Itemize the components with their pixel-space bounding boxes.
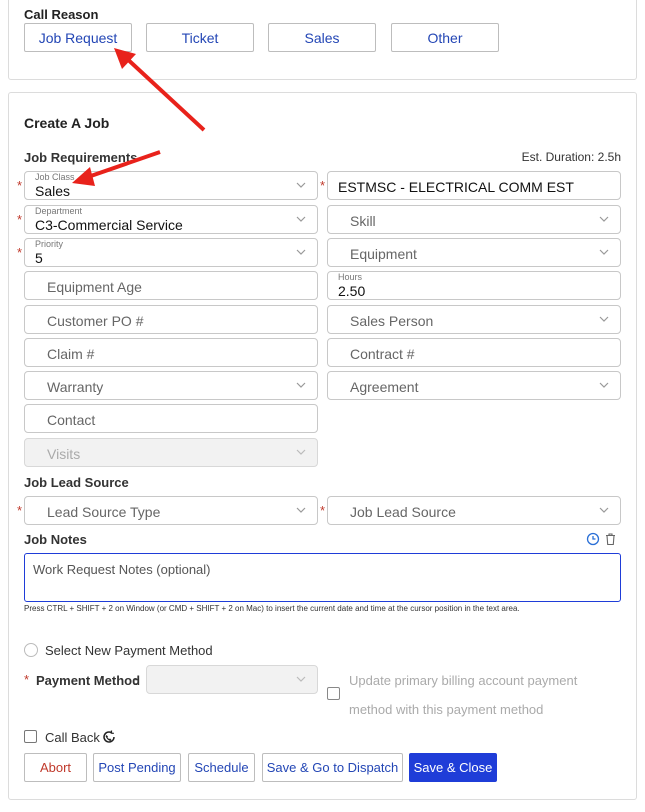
claim-input[interactable]: Claim #	[24, 338, 318, 367]
department-label: Department	[35, 206, 83, 216]
sales-person-placeholder: Sales Person	[350, 313, 434, 329]
required-marker: *	[17, 503, 23, 518]
department-select[interactable]: Department C3-Commercial Service	[24, 205, 318, 234]
payment-method-select	[146, 665, 318, 694]
lead-source-type-placeholder: Lead Source Type	[47, 504, 161, 520]
agreement-select[interactable]: Agreement	[327, 371, 621, 400]
call-back-checkbox[interactable]	[24, 730, 37, 743]
hours-input[interactable]: Hours 2.50	[327, 271, 621, 300]
job-lead-source-select[interactable]: Job Lead Source	[327, 496, 621, 525]
equipment-select[interactable]: Equipment	[327, 238, 621, 267]
lead-source-type-select[interactable]: Lead Source Type	[24, 496, 318, 525]
contact-input[interactable]: Contact	[24, 404, 318, 433]
priority-select[interactable]: Priority 5	[24, 238, 318, 267]
required-marker: *	[17, 212, 23, 227]
skill-select[interactable]: Skill	[327, 205, 621, 234]
required-marker: *	[17, 245, 23, 260]
trash-icon[interactable]	[604, 532, 617, 546]
clock-icon[interactable]	[586, 532, 600, 546]
chevron-down-icon	[599, 507, 609, 513]
job-request-button[interactable]: Job Request	[24, 23, 132, 52]
phone-callback-icon	[103, 730, 115, 743]
est-duration: Est. Duration: 2.5h	[521, 150, 621, 164]
other-button[interactable]: Other	[391, 23, 499, 52]
job-class-value: Sales	[35, 183, 71, 199]
chevron-down-icon	[599, 216, 609, 222]
chevron-down-icon	[599, 382, 609, 388]
update-billing-checkbox[interactable]	[327, 687, 340, 700]
job-notes-textarea[interactable]: Work Request Notes (optional)	[24, 553, 621, 602]
select-payment-label: Select New Payment Method	[45, 643, 213, 658]
estmsc-field[interactable]: ESTMSC - ELECTRICAL COMM EST	[327, 171, 621, 200]
priority-value: 5	[35, 250, 43, 266]
chevron-down-icon	[296, 507, 306, 513]
save-dispatch-button[interactable]: Save & Go to Dispatch	[262, 753, 403, 782]
equipment-age-input[interactable]: Equipment Age	[24, 271, 318, 300]
agreement-placeholder: Agreement	[350, 379, 419, 395]
job-class-label: Job Class	[35, 172, 75, 182]
sales-button[interactable]: Sales	[268, 23, 376, 52]
required-marker: *	[320, 503, 326, 518]
hours-value: 2.50	[338, 283, 366, 299]
claim-placeholder: Claim #	[47, 346, 95, 362]
department-value: C3-Commercial Service	[35, 217, 183, 233]
update-billing-line1: Update primary billing account payment	[349, 673, 578, 688]
chevron-down-icon	[296, 676, 306, 682]
priority-label: Priority	[35, 239, 64, 249]
contact-placeholder: Contact	[47, 412, 96, 428]
required-marker: *	[24, 672, 30, 687]
select-payment-radio[interactable]	[24, 643, 38, 657]
chevron-down-icon	[296, 249, 306, 255]
warranty-select[interactable]: Warranty	[24, 371, 318, 400]
customer-po-placeholder: Customer PO #	[47, 313, 144, 329]
equipment-placeholder: Equipment	[350, 246, 417, 262]
call-reason-title: Call Reason	[24, 7, 99, 22]
chevron-down-icon	[296, 449, 306, 455]
call-back-label: Call Back	[45, 730, 100, 745]
skill-placeholder: Skill	[350, 213, 376, 229]
payment-method-colon: :	[134, 673, 139, 688]
schedule-button[interactable]: Schedule	[188, 753, 255, 782]
job-notes-title: Job Notes	[24, 532, 87, 547]
customer-po-input[interactable]: Customer PO #	[24, 305, 318, 334]
visits-placeholder: Visits	[47, 446, 81, 462]
contract-input[interactable]: Contract #	[327, 338, 621, 367]
hours-label: Hours	[338, 272, 363, 282]
save-close-button[interactable]: Save & Close	[409, 753, 497, 782]
job-class-select[interactable]: Job Class Sales	[24, 171, 318, 200]
abort-button[interactable]: Abort	[24, 753, 87, 782]
visits-select: Visits	[24, 438, 318, 467]
job-lead-source-placeholder: Job Lead Source	[350, 504, 456, 520]
notes-hint: Press CTRL + SHIFT + 2 on Window (or CMD…	[24, 604, 520, 613]
post-pending-button[interactable]: Post Pending	[93, 753, 181, 782]
sales-person-select[interactable]: Sales Person	[327, 305, 621, 334]
job-requirements-title: Job Requirements	[24, 150, 138, 165]
equipment-age-placeholder: Equipment Age	[47, 279, 142, 295]
required-marker: *	[17, 178, 23, 193]
estmsc-value: ESTMSC - ELECTRICAL COMM EST	[338, 179, 574, 195]
required-marker: *	[320, 178, 326, 193]
job-lead-source-title: Job Lead Source	[24, 475, 129, 490]
contract-placeholder: Contract #	[350, 346, 415, 362]
chevron-down-icon	[599, 249, 609, 255]
create-job-title: Create A Job	[24, 115, 110, 131]
chevron-down-icon	[599, 316, 609, 322]
chevron-down-icon	[296, 182, 306, 188]
payment-method-label: Payment Method	[36, 673, 141, 688]
chevron-down-icon	[296, 216, 306, 222]
ticket-button[interactable]: Ticket	[146, 23, 254, 52]
chevron-down-icon	[296, 382, 306, 388]
notes-placeholder: Work Request Notes (optional)	[33, 562, 211, 577]
update-billing-line2: method with this payment method	[349, 702, 544, 717]
warranty-placeholder: Warranty	[47, 379, 104, 395]
